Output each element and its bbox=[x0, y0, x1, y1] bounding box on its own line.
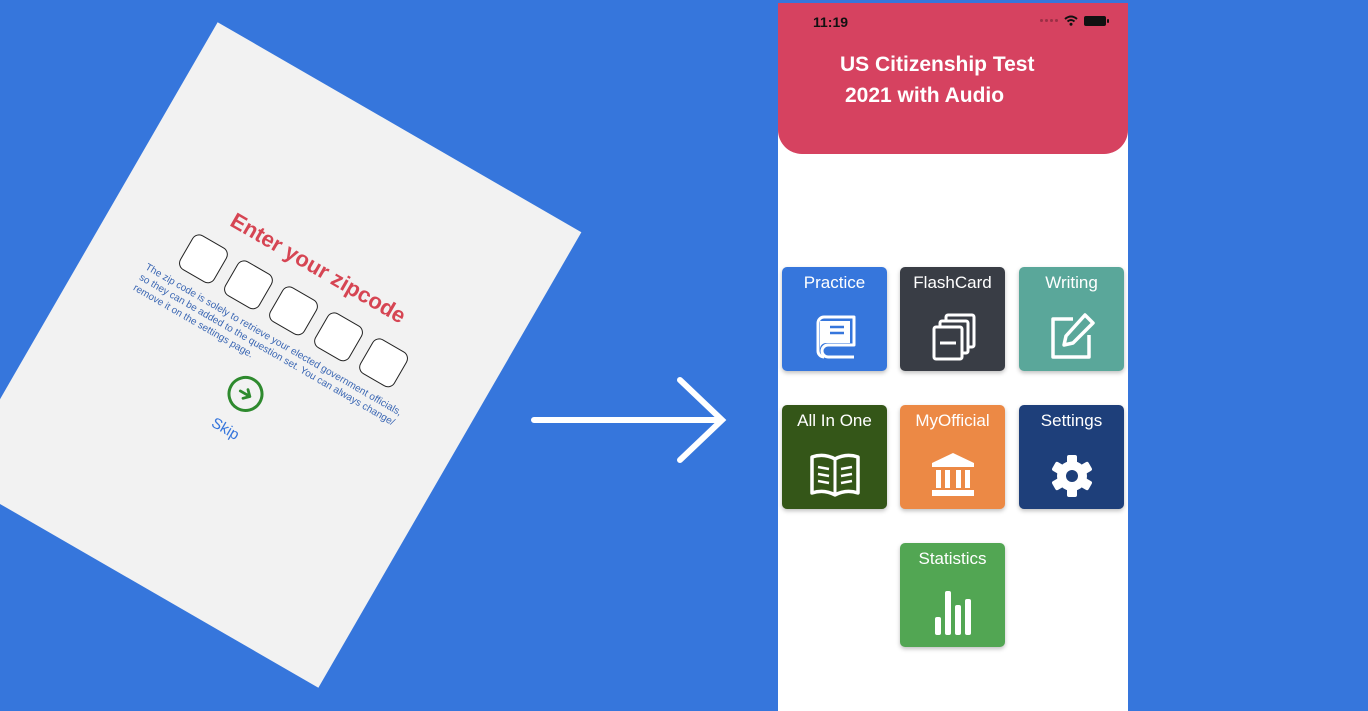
status-icons bbox=[1040, 15, 1109, 26]
tile-label: Settings bbox=[1040, 411, 1103, 430]
book-icon bbox=[816, 315, 855, 359]
open-book-icon bbox=[809, 453, 860, 497]
tile-label: Practice bbox=[803, 273, 866, 292]
gear-icon bbox=[1051, 455, 1092, 497]
tile-label: Statistics bbox=[918, 549, 987, 568]
status-time: 11:19 bbox=[813, 14, 849, 30]
tile-writing[interactable]: Writing bbox=[1019, 267, 1124, 371]
tile-practice[interactable]: Practice bbox=[782, 267, 887, 371]
tile-label: FlashCard bbox=[913, 273, 992, 292]
skip-link[interactable]: Skip bbox=[208, 414, 242, 443]
arrow-right-icon bbox=[531, 377, 727, 463]
zip-digit-input-2[interactable] bbox=[221, 257, 276, 313]
arrow-right-circle-icon bbox=[238, 388, 252, 400]
zip-digit-input-5[interactable] bbox=[356, 335, 411, 391]
cards-icon bbox=[932, 313, 975, 361]
zip-digit-input-3[interactable] bbox=[266, 283, 321, 339]
tile-label: All In One bbox=[797, 411, 872, 430]
next-button[interactable] bbox=[220, 369, 271, 419]
zipcode-content: Enter your zipcode The zip code is solel… bbox=[39, 152, 507, 542]
wifi-icon bbox=[1064, 15, 1078, 26]
battery-icon bbox=[1084, 15, 1109, 26]
tile-label: MyOfficial bbox=[915, 411, 990, 430]
zip-digit-input-1[interactable] bbox=[176, 231, 231, 287]
app-header: 11:19 US Citizenship Test 2021 with Audi… bbox=[778, 3, 1128, 154]
tile-settings[interactable]: Settings bbox=[1019, 405, 1124, 509]
tile-label: Writing bbox=[1045, 273, 1098, 292]
tile-flashcard[interactable]: FlashCard bbox=[900, 267, 1005, 371]
app-title-line-1: US Citizenship Test bbox=[840, 53, 1035, 76]
tile-all-in-one[interactable]: All In One bbox=[782, 405, 887, 509]
app-title: US Citizenship Test 2021 with Audio bbox=[840, 49, 1070, 111]
government-building-icon bbox=[931, 453, 974, 496]
bar-chart-icon bbox=[934, 591, 971, 635]
zip-digit-input-4[interactable] bbox=[311, 309, 366, 365]
signal-icon bbox=[1040, 19, 1058, 22]
zipcode-inputs bbox=[102, 189, 486, 434]
app-title-line-2: 2021 with Audio bbox=[845, 84, 1005, 107]
tile-myofficial[interactable]: MyOfficial bbox=[900, 405, 1005, 509]
edit-icon bbox=[1050, 313, 1095, 359]
tile-statistics[interactable]: Statistics bbox=[900, 543, 1005, 647]
zipcode-screen: Enter your zipcode The zip code is solel… bbox=[0, 22, 582, 688]
home-screen: 11:19 US Citizenship Test 2021 with Audi… bbox=[778, 3, 1128, 711]
